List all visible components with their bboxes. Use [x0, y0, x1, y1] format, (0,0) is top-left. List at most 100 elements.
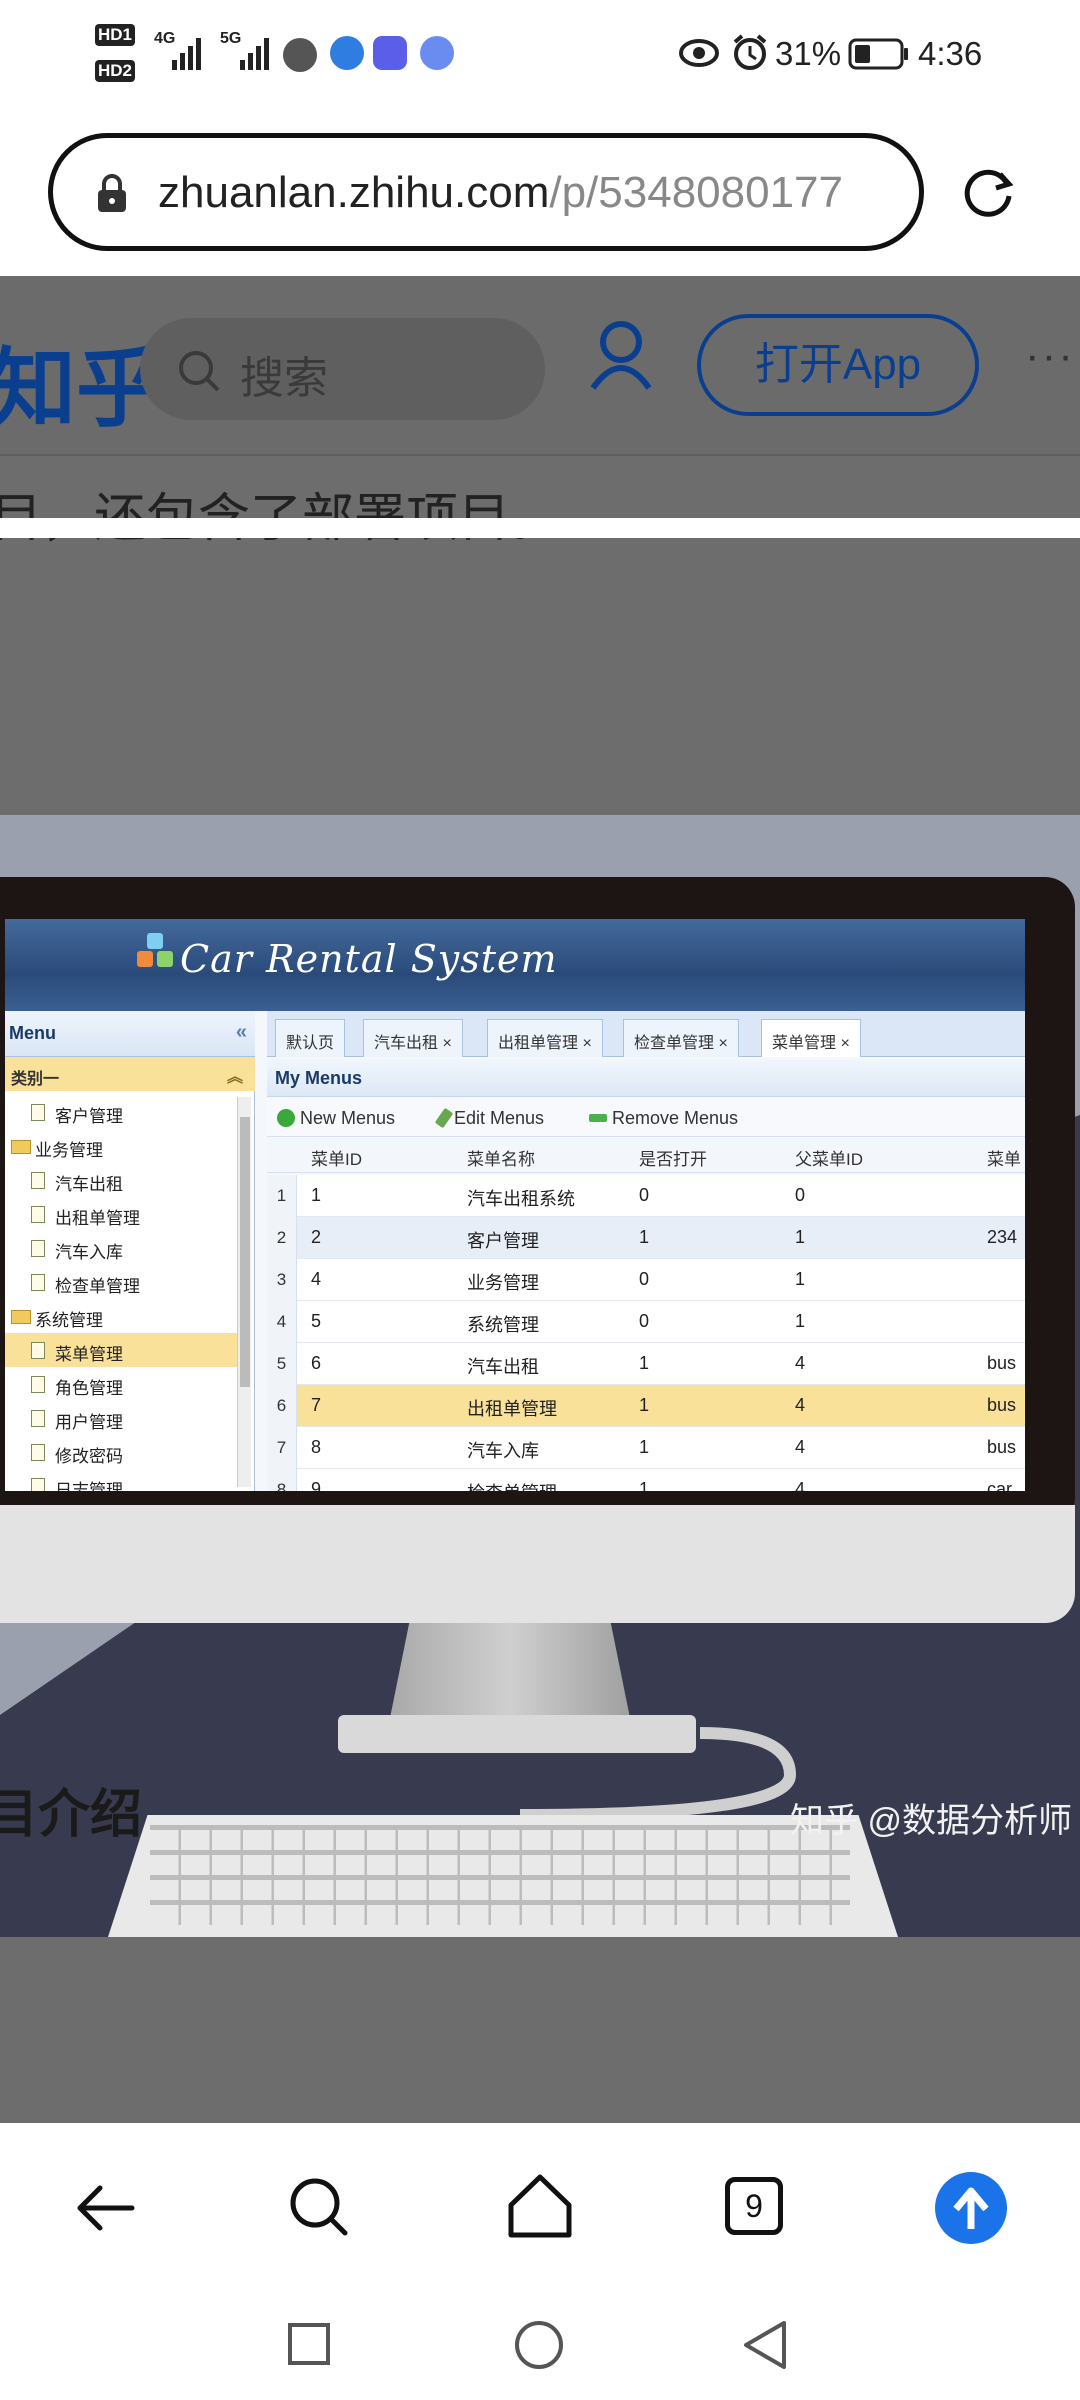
search-icon: [179, 351, 220, 392]
table-cell: 汽车入库: [467, 1441, 539, 1461]
table-cell: 0: [795, 1185, 806, 1205]
upload-icon[interactable]: [934, 2171, 1008, 2245]
study-app-icon: [373, 36, 407, 70]
menu-tree-item[interactable]: 汽车出租: [5, 1163, 237, 1197]
open-app-button[interactable]: 打开App: [697, 314, 979, 416]
search-box[interactable]: 搜索: [140, 318, 545, 420]
clock: 4:36: [918, 35, 983, 72]
table-row[interactable]: 6 7 出租单管理 1 4 bus: [267, 1385, 1025, 1427]
table-row[interactable]: 2 2 客户管理 1 1 234: [267, 1217, 1025, 1259]
back-nav-icon[interactable]: [740, 2319, 792, 2371]
recents-icon[interactable]: [288, 2323, 330, 2365]
url-host: zhuanlan.zhihu.com: [158, 168, 550, 217]
table-cell: 1: [639, 1353, 650, 1373]
menu-tree-item[interactable]: 用户管理: [5, 1401, 237, 1435]
zhihu-header: 知乎 搜索 打开App ···: [0, 276, 1080, 456]
category-header[interactable]: 类别一 ︽: [5, 1057, 255, 1091]
reload-icon[interactable]: [958, 162, 1018, 222]
battery-percent: 31%: [775, 35, 842, 72]
address-bar[interactable]: zhuanlan.zhihu.com/p/5348080177: [48, 133, 924, 251]
grid-title: My Menus: [267, 1059, 1025, 1097]
menu-tree-label: 修改密码: [55, 1447, 123, 1466]
category-label: 类别一: [11, 1071, 60, 1088]
chevron-up-icon[interactable]: ︽: [227, 1063, 243, 1087]
tab-2[interactable]: 出租单管理 ×: [487, 1019, 603, 1057]
image-watermark: 知乎 @数据分析师: [790, 1802, 1072, 1840]
url-text: zhuanlan.zhihu.com/p/5348080177: [158, 168, 898, 218]
page-icon: [31, 1342, 45, 1359]
table-cell: 7: [311, 1395, 322, 1415]
menu-tree-item[interactable]: 角色管理: [5, 1367, 237, 1401]
more-icon[interactable]: ···: [1025, 331, 1075, 381]
table-cell: 0: [639, 1185, 650, 1205]
column-header[interactable]: 菜单: [987, 1145, 1021, 1170]
row-number: 3: [267, 1259, 297, 1301]
table-row[interactable]: 1 1 汽车出租系统 0 0: [267, 1175, 1025, 1217]
table-row[interactable]: 8 9 检查单管理 1 4 car: [267, 1469, 1025, 1491]
cubes-logo-icon: [137, 933, 173, 967]
menu-tree-item[interactable]: 客户管理: [5, 1095, 237, 1129]
column-header[interactable]: 菜单ID: [311, 1145, 362, 1170]
page-icon: [31, 1274, 45, 1291]
menu-tree-label: 用户管理: [55, 1413, 123, 1432]
pencil-icon: [434, 1107, 454, 1129]
menu-tree-item[interactable]: 出租单管理: [5, 1197, 237, 1231]
collapse-icon[interactable]: «: [236, 1021, 247, 1044]
page-icon: [31, 1172, 45, 1189]
tab-4[interactable]: 菜单管理 ×: [761, 1019, 861, 1057]
lock-icon: [98, 174, 126, 212]
row-number: 1: [267, 1175, 297, 1217]
article-image[interactable]: 知乎 @数据分析师 Car Rental System Menu « 类别一 ︽…: [0, 815, 1080, 1937]
browser-toolbar: 9: [0, 2123, 1080, 2293]
hd-badge-2: HD2: [95, 60, 136, 82]
edit-menus-button[interactable]: Edit Menus: [434, 1107, 544, 1129]
table-cell: 4: [311, 1269, 322, 1289]
table-cell: 0: [639, 1269, 650, 1289]
new-menus-button[interactable]: New Menus: [277, 1108, 395, 1129]
table-row[interactable]: 3 4 业务管理 0 1: [267, 1259, 1025, 1301]
row-number: 6: [267, 1385, 297, 1427]
scroll-thumb[interactable]: [240, 1117, 250, 1387]
section-title: 目介绍: [0, 1786, 143, 1844]
menu-tree-item[interactable]: 业务管理: [5, 1129, 237, 1163]
row-number: 4: [267, 1301, 297, 1343]
remove-menus-label: Remove Menus: [612, 1108, 739, 1128]
home-nav-icon[interactable]: [515, 2321, 563, 2369]
table-cell: bus: [987, 1395, 1017, 1415]
menu-tree-item[interactable]: 系统管理: [5, 1299, 237, 1333]
tabs-count-button[interactable]: 9: [725, 2177, 783, 2235]
battery-icon: [848, 38, 908, 70]
menu-tree-item[interactable]: 菜单管理: [5, 1333, 237, 1367]
table-row[interactable]: 7 8 汽车入库 1 4 bus: [267, 1427, 1025, 1469]
page-icon: [31, 1478, 45, 1491]
column-header[interactable]: 父菜单ID: [795, 1145, 863, 1170]
column-header[interactable]: 菜单名称: [467, 1145, 535, 1170]
zhihu-logo[interactable]: 知乎: [0, 318, 162, 443]
menu-tree-item[interactable]: 汽车入库: [5, 1231, 237, 1265]
table-cell: 汽车出租: [467, 1357, 539, 1377]
back-icon[interactable]: [70, 2173, 140, 2243]
menu-tree-item[interactable]: 检查单管理: [5, 1265, 237, 1299]
user-icon[interactable]: [588, 318, 654, 390]
remove-menus-button[interactable]: Remove Menus: [589, 1108, 738, 1129]
home-icon[interactable]: [503, 2169, 577, 2243]
table-cell: 出租单管理: [467, 1399, 557, 1419]
row-number: 5: [267, 1343, 297, 1385]
table-cell: bus: [987, 1437, 1017, 1457]
table-cell: 6: [311, 1353, 322, 1373]
table-cell: 1: [795, 1269, 806, 1289]
menu-tree-item[interactable]: 修改密码: [5, 1435, 237, 1469]
search-icon[interactable]: [285, 2173, 355, 2243]
tab-1[interactable]: 汽车出租 ×: [363, 1019, 463, 1057]
menu-tree-label: 检查单管理: [55, 1277, 140, 1296]
tab-0[interactable]: 默认页: [275, 1019, 346, 1057]
menu-header: Menu «: [5, 1011, 255, 1057]
new-menus-label: New Menus: [300, 1108, 396, 1128]
menu-tree-item[interactable]: 日志管理: [5, 1469, 237, 1491]
tab-3[interactable]: 检查单管理 ×: [623, 1019, 739, 1057]
menu-scrollbar[interactable]: [237, 1097, 251, 1487]
url-path: /p/5348080177: [549, 168, 843, 217]
table-row[interactable]: 4 5 系统管理 0 1: [267, 1301, 1025, 1343]
table-row[interactable]: 5 6 汽车出租 1 4 bus: [267, 1343, 1025, 1385]
column-header[interactable]: 是否打开: [639, 1145, 707, 1170]
